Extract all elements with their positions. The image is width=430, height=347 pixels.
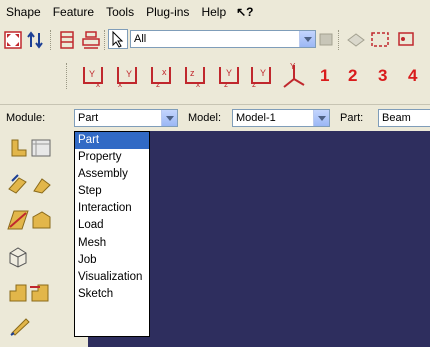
view-2-button[interactable]: 2 [348,66,357,86]
toolbar-row-1: All [0,26,430,54]
separator [50,30,51,50]
separator [338,30,339,50]
sketch-edit-icon[interactable] [8,313,32,337]
view-front-icon[interactable]: Y x [78,63,108,91]
autofit-icon[interactable] [396,30,418,50]
print-icon[interactable] [82,31,100,49]
module-label: Module: [6,112,46,124]
svg-text:z: z [190,68,195,78]
solid-feature-icon[interactable] [6,245,30,269]
part-manager-icon[interactable] [30,137,52,159]
shell-icon[interactable] [30,209,54,231]
module-option-part[interactable]: Part [75,132,149,150]
svg-text:Y: Y [290,62,296,71]
module-select[interactable]: Part [74,109,178,127]
view-left-icon[interactable]: Y z [214,63,244,91]
extrude-icon[interactable] [6,173,30,195]
menu-help[interactable]: Help [195,5,232,19]
module-option-load[interactable]: Load [75,217,149,234]
view-4-button[interactable]: 4 [408,66,417,86]
svg-text:x: x [118,80,122,89]
menu-bar: Shape Feature Tools Plug-ins Help ↖? [0,0,430,24]
module-option-visualization[interactable]: Visualization [75,269,149,286]
separator [104,30,105,50]
display-group-icon[interactable] [346,30,366,50]
svg-text:z: z [224,80,228,89]
part-label: Part: [340,112,364,124]
swap-icon[interactable] [26,31,44,49]
selection-options-icon[interactable] [318,31,334,47]
menu-plugins[interactable]: Plug-ins [140,5,195,19]
module-option-step[interactable]: Step [75,183,149,200]
whats-this-button[interactable]: ↖? [232,5,253,19]
module-option-assembly[interactable]: Assembly [75,166,149,183]
svg-text:x: x [196,80,200,89]
cursor-arrow-icon [112,30,124,48]
svg-text:Y: Y [126,69,132,79]
part-select[interactable]: Beam [378,109,430,127]
create-part-icon[interactable] [8,137,30,159]
view-bottom-icon[interactable]: z x [180,63,210,91]
view-right-icon[interactable]: Y z [246,63,276,91]
chevron-down-icon [313,110,329,126]
separator [66,63,67,89]
menu-feature[interactable]: Feature [47,5,100,19]
toolbar-row-2: Y x Y x x z z x Y z Y z Y [0,57,430,95]
query-icon[interactable] [58,31,76,49]
part-value: Beam [382,112,411,124]
svg-text:Y: Y [89,69,95,79]
revolve-icon[interactable] [30,173,54,195]
selection-filter-select[interactable]: All [130,30,316,48]
module-value: Part [78,112,99,124]
view-3-button[interactable]: 3 [378,66,387,86]
fit-view-icon[interactable] [4,31,22,49]
svg-text:x: x [162,67,167,77]
box-zoom-icon[interactable] [370,30,392,50]
partition-icon[interactable] [6,281,30,305]
datum-plane-icon[interactable] [6,209,30,231]
module-option-job[interactable]: Job [75,252,149,269]
model-select[interactable]: Model-1 [232,109,330,127]
module-option-sketch[interactable]: Sketch [75,286,149,303]
chevron-down-icon [299,31,315,47]
cut-icon[interactable] [28,281,52,305]
view-back-icon[interactable]: Y x [112,63,142,91]
svg-text:z: z [252,80,256,89]
svg-text:x: x [96,80,100,89]
menu-shape[interactable]: Shape [0,5,47,19]
selection-filter-value: All [134,33,147,45]
view-iso-icon[interactable]: Y [278,61,308,91]
module-dropdown-list: Part Property Assembly Step Interaction … [74,131,150,337]
view-top-icon[interactable]: x z [146,63,176,91]
model-label: Model: [188,112,222,124]
select-tool-button[interactable] [108,29,128,49]
svg-text:Y: Y [226,68,232,78]
menu-tools[interactable]: Tools [100,5,140,19]
chevron-down-icon [161,110,177,126]
view-1-button[interactable]: 1 [320,66,329,86]
svg-text:z: z [156,80,160,89]
model-value: Model-1 [236,112,276,124]
module-option-property[interactable]: Property [75,149,149,166]
module-option-interaction[interactable]: Interaction [75,200,149,217]
svg-text:Y: Y [260,68,266,78]
module-option-mesh[interactable]: Mesh [75,235,149,252]
context-bar: Module: Part Model: Model-1 Part: Beam [0,104,430,131]
